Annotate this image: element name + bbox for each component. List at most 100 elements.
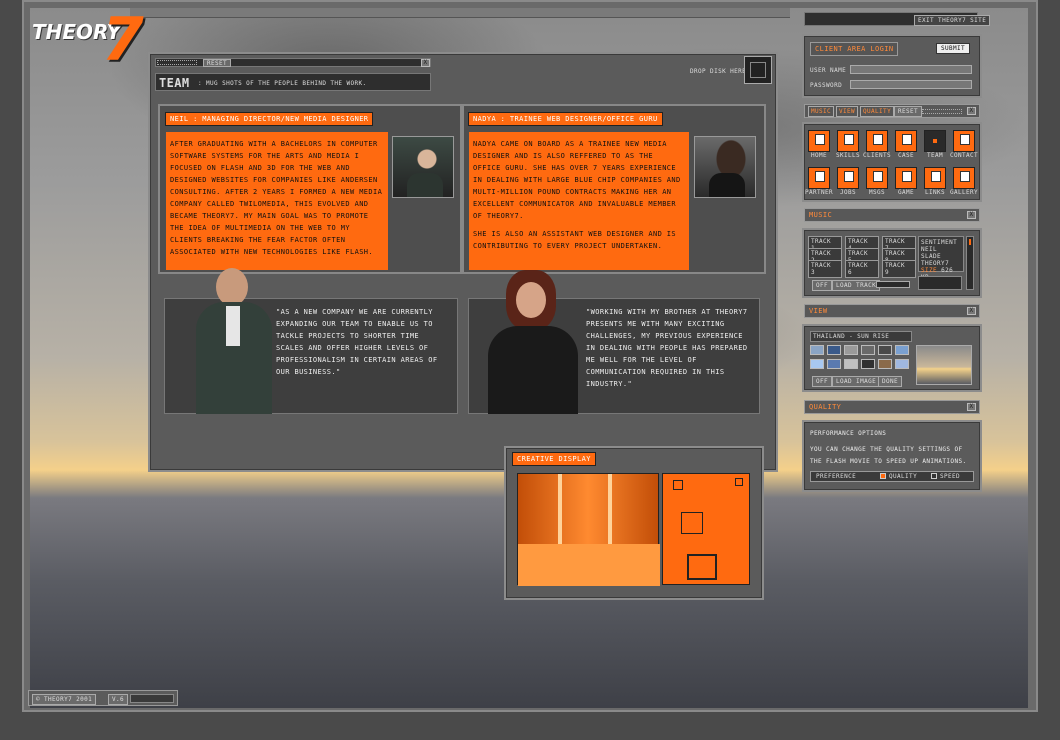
neil-quote: "As a new company we are currently expan… [276, 308, 438, 376]
toolbar-close-button[interactable]: x [967, 107, 976, 115]
quality-header-label: Quality [809, 403, 842, 411]
music-header: Music x [804, 208, 980, 222]
music-close-button[interactable]: x [967, 211, 976, 219]
music-off-button[interactable]: Off [812, 280, 833, 291]
clients-disk-icon[interactable] [866, 130, 888, 152]
nav-grid: Home Skills Clients Case Team Contact Partner J… [805, 130, 979, 202]
drop-disk-target[interactable] [744, 56, 772, 84]
nav-item-contact[interactable]: Contact [950, 130, 979, 164]
view-header-label: View [809, 307, 828, 315]
tab-view[interactable]: View [836, 106, 859, 117]
case-disk-icon[interactable] [895, 130, 917, 152]
logo-number: 7 [102, 5, 144, 75]
load-image-button[interactable]: Load image [832, 376, 881, 387]
nav-label-game: Game [897, 189, 915, 196]
window-reset-button[interactable]: Reset [203, 59, 232, 67]
volume-slider[interactable] [966, 236, 974, 290]
nav-item-jobs[interactable]: Jobs [837, 167, 863, 201]
nav-item-case[interactable]: Case [895, 130, 921, 164]
load-track-button[interactable]: Load Track [832, 280, 881, 291]
nav-item-msgs[interactable]: Msgs [866, 167, 892, 201]
drop-disk-label: Drop disk here [690, 68, 747, 75]
game-disk-icon[interactable] [895, 167, 917, 189]
nav-item-team[interactable]: Team [924, 130, 950, 164]
creative-image-cubes[interactable] [662, 473, 750, 585]
view-thumbnail[interactable] [878, 345, 892, 355]
track-button-3[interactable]: Track 3 [808, 260, 842, 278]
msgs-disk-icon[interactable] [866, 167, 888, 189]
window-close-button[interactable]: x [421, 59, 430, 67]
current-view-name: Thailand - Sun Rise [810, 331, 912, 342]
nav-item-clients[interactable]: Clients [863, 130, 892, 164]
view-thumbnail[interactable] [861, 359, 875, 369]
nav-label-msgs: Msgs [868, 189, 886, 196]
now-playing-label: Theory7 [921, 260, 950, 267]
view-thumbnail[interactable] [810, 359, 824, 369]
quality-header: Quality x [804, 400, 980, 414]
performance-description: You can change the quality settings of t… [810, 446, 967, 465]
view-header: View x [804, 304, 980, 318]
view-thumbnail[interactable] [861, 345, 875, 355]
contact-disk-icon[interactable] [953, 130, 975, 152]
username-input[interactable] [850, 65, 972, 74]
tab-music[interactable]: Music [808, 106, 835, 117]
nadya-bio-extra: She is also an assistant web designer an… [473, 230, 677, 250]
now-playing-title: Sentiment [921, 239, 958, 246]
view-thumbnail[interactable] [810, 345, 824, 355]
quality-option-label[interactable]: Quality [889, 473, 917, 480]
view-thumbnail[interactable] [844, 345, 858, 355]
view-thumbnail[interactable] [827, 345, 841, 355]
view-thumbnail[interactable] [844, 359, 858, 369]
track-button-9[interactable]: Track 9 [882, 260, 916, 278]
gallery-disk-icon[interactable] [953, 167, 975, 189]
jobs-disk-icon[interactable] [837, 167, 859, 189]
view-thumbnails [810, 345, 914, 373]
track-button-6[interactable]: Track 6 [845, 260, 879, 278]
toolbar-grip[interactable] [922, 109, 962, 114]
view-off-button[interactable]: Off [812, 376, 833, 387]
nav-item-gallery[interactable]: Gallery [950, 167, 979, 201]
theory7-logo[interactable]: Theory 7 [28, 8, 144, 80]
partner-disk-icon[interactable] [808, 167, 830, 189]
nadya-title: Nadya : Trainee Web Designer/Office Guru [468, 112, 663, 126]
track-list: Track 1Track 2Track 3Track 4Track 5Track… [808, 236, 918, 278]
view-thumbnail[interactable] [878, 359, 892, 369]
view-thumbnail[interactable] [895, 345, 909, 355]
speed-radio[interactable] [931, 473, 937, 479]
nav-item-home[interactable]: Home [808, 130, 834, 164]
music-header-label: Music [809, 211, 833, 219]
team-disk-icon[interactable] [924, 130, 946, 152]
view-thumbnail[interactable] [827, 359, 841, 369]
track-progress-readout [918, 276, 962, 290]
performance-title: Performance Options [810, 430, 887, 437]
tab-quality[interactable]: Quality [860, 106, 895, 117]
speed-option-label[interactable]: Speed [940, 473, 960, 480]
nav-item-skills[interactable]: Skills [836, 130, 863, 164]
quality-radio[interactable] [880, 473, 886, 479]
nav-label-case: Case [897, 152, 915, 159]
nav-label-team: Team [926, 152, 944, 159]
toolbar-reset-button[interactable]: Reset [894, 106, 923, 117]
view-thumbnail[interactable] [895, 359, 909, 369]
nadya-headshot [694, 136, 756, 198]
skills-disk-icon[interactable] [837, 130, 859, 152]
nav-item-partner[interactable]: Partner [805, 167, 834, 201]
nav-label-home: Home [810, 152, 828, 159]
nadya-bio: Nadya came on board as a trainee new med… [473, 140, 681, 220]
exit-site-button[interactable]: Exit Theory7 Site [914, 15, 991, 26]
nav-label-clients: Clients [862, 152, 892, 159]
login-title: Client Area Login [810, 42, 899, 56]
quality-close-button[interactable]: x [967, 403, 976, 411]
preference-label: Preference [816, 473, 857, 480]
view-close-button[interactable]: x [967, 307, 976, 315]
nav-label-links: Links [924, 189, 946, 196]
links-disk-icon[interactable] [924, 167, 946, 189]
creative-image-hall[interactable] [517, 473, 660, 586]
view-done-button[interactable]: Done [878, 376, 903, 387]
nav-item-links[interactable]: Links [924, 167, 950, 201]
password-input[interactable] [850, 80, 972, 89]
window-grip[interactable] [157, 60, 197, 65]
login-submit-button[interactable]: Submit [936, 43, 971, 54]
home-disk-icon[interactable] [808, 130, 830, 152]
nav-item-game[interactable]: Game [895, 167, 921, 201]
